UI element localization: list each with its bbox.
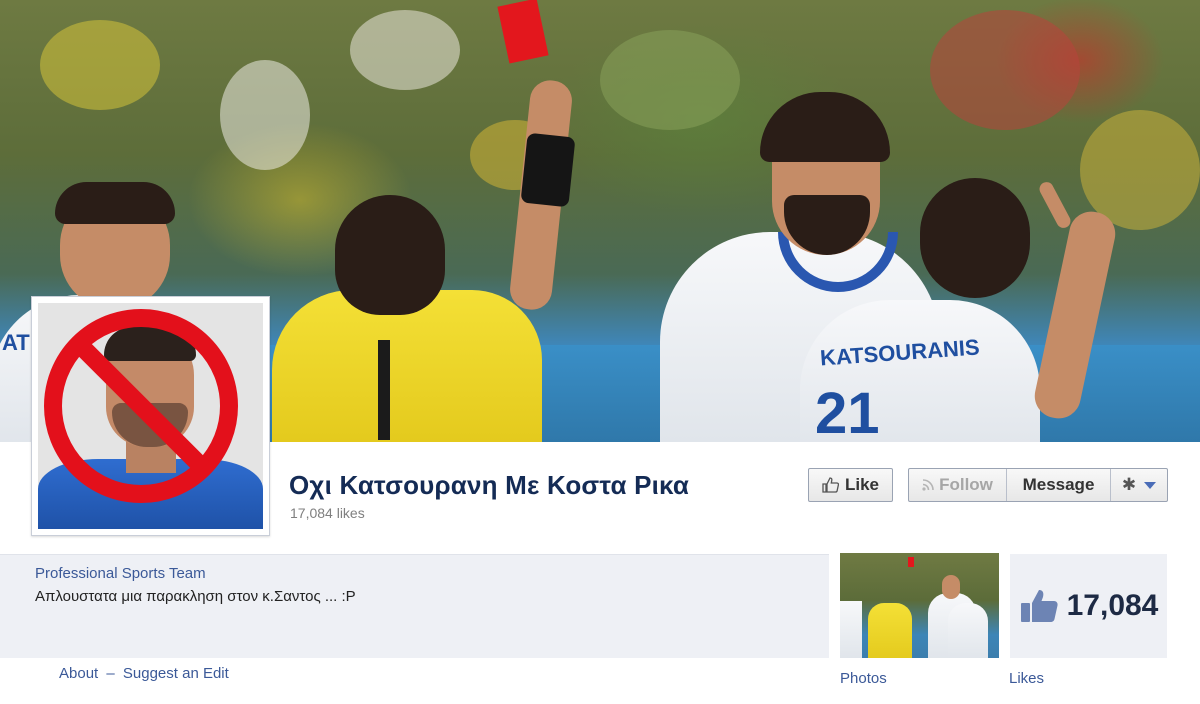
thumb-player bbox=[840, 601, 862, 658]
crowd-blur bbox=[350, 10, 460, 90]
message-button-label: Message bbox=[1022, 475, 1095, 494]
photos-link[interactable]: Photos bbox=[840, 670, 887, 687]
crowd-blur bbox=[220, 60, 310, 170]
about-link[interactable]: About bbox=[59, 665, 98, 682]
crowd-blur bbox=[930, 10, 1080, 130]
thumb-red-card bbox=[908, 557, 914, 567]
player-right-finger bbox=[1037, 179, 1073, 231]
player-right-head bbox=[920, 178, 1030, 298]
link-separator: – bbox=[106, 665, 115, 682]
about-description: Απλουστατα μια παρακληση στον κ.Σαντος .… bbox=[35, 588, 356, 605]
chevron-down-icon bbox=[1144, 481, 1157, 489]
like-button-label: Like bbox=[844, 475, 880, 494]
player-center-hair bbox=[760, 92, 890, 162]
likes-count: 17,084 likes bbox=[290, 505, 365, 521]
profile-picture[interactable] bbox=[31, 296, 270, 536]
thumbs-up-icon bbox=[1020, 590, 1058, 622]
follow-button-label: Follow bbox=[939, 475, 993, 494]
gear-icon: ✱ bbox=[1121, 475, 1137, 494]
prohibition-icon bbox=[44, 309, 238, 503]
likes-tile[interactable]: 17,084 bbox=[1010, 554, 1167, 658]
suggest-edit-link[interactable]: Suggest an Edit bbox=[123, 665, 229, 682]
page-title: Οχι Κατσουρανη Με Κοστα Ρικα bbox=[289, 470, 690, 500]
red-card bbox=[497, 0, 549, 64]
thumb-player-head bbox=[942, 575, 960, 599]
photos-thumbnail[interactable] bbox=[840, 553, 999, 658]
crowd-blur bbox=[600, 30, 740, 130]
profile-photo bbox=[38, 303, 263, 529]
message-button[interactable]: Message bbox=[1007, 469, 1111, 501]
page-category[interactable]: Professional Sports Team bbox=[35, 565, 206, 582]
like-button[interactable]: Like bbox=[808, 468, 893, 502]
follow-button[interactable]: Follow bbox=[909, 469, 1007, 501]
likes-total: 17,084 bbox=[1066, 589, 1159, 622]
page-actions: Follow Message ✱ bbox=[908, 468, 1168, 502]
rss-icon bbox=[922, 479, 934, 491]
settings-dropdown[interactable]: ✱ bbox=[1111, 469, 1167, 501]
thumb-referee bbox=[868, 603, 912, 658]
player-left-hair bbox=[55, 182, 175, 224]
referee-stripe bbox=[378, 340, 390, 440]
jersey-number: 21 bbox=[815, 381, 880, 442]
referee-armband bbox=[520, 132, 576, 208]
thumb-player bbox=[948, 603, 988, 658]
referee-head bbox=[335, 195, 445, 315]
thumbs-up-icon bbox=[822, 477, 839, 493]
crowd-blur bbox=[40, 20, 160, 110]
about-links: About – Suggest an Edit bbox=[59, 665, 229, 682]
likes-link[interactable]: Likes bbox=[1009, 670, 1044, 687]
